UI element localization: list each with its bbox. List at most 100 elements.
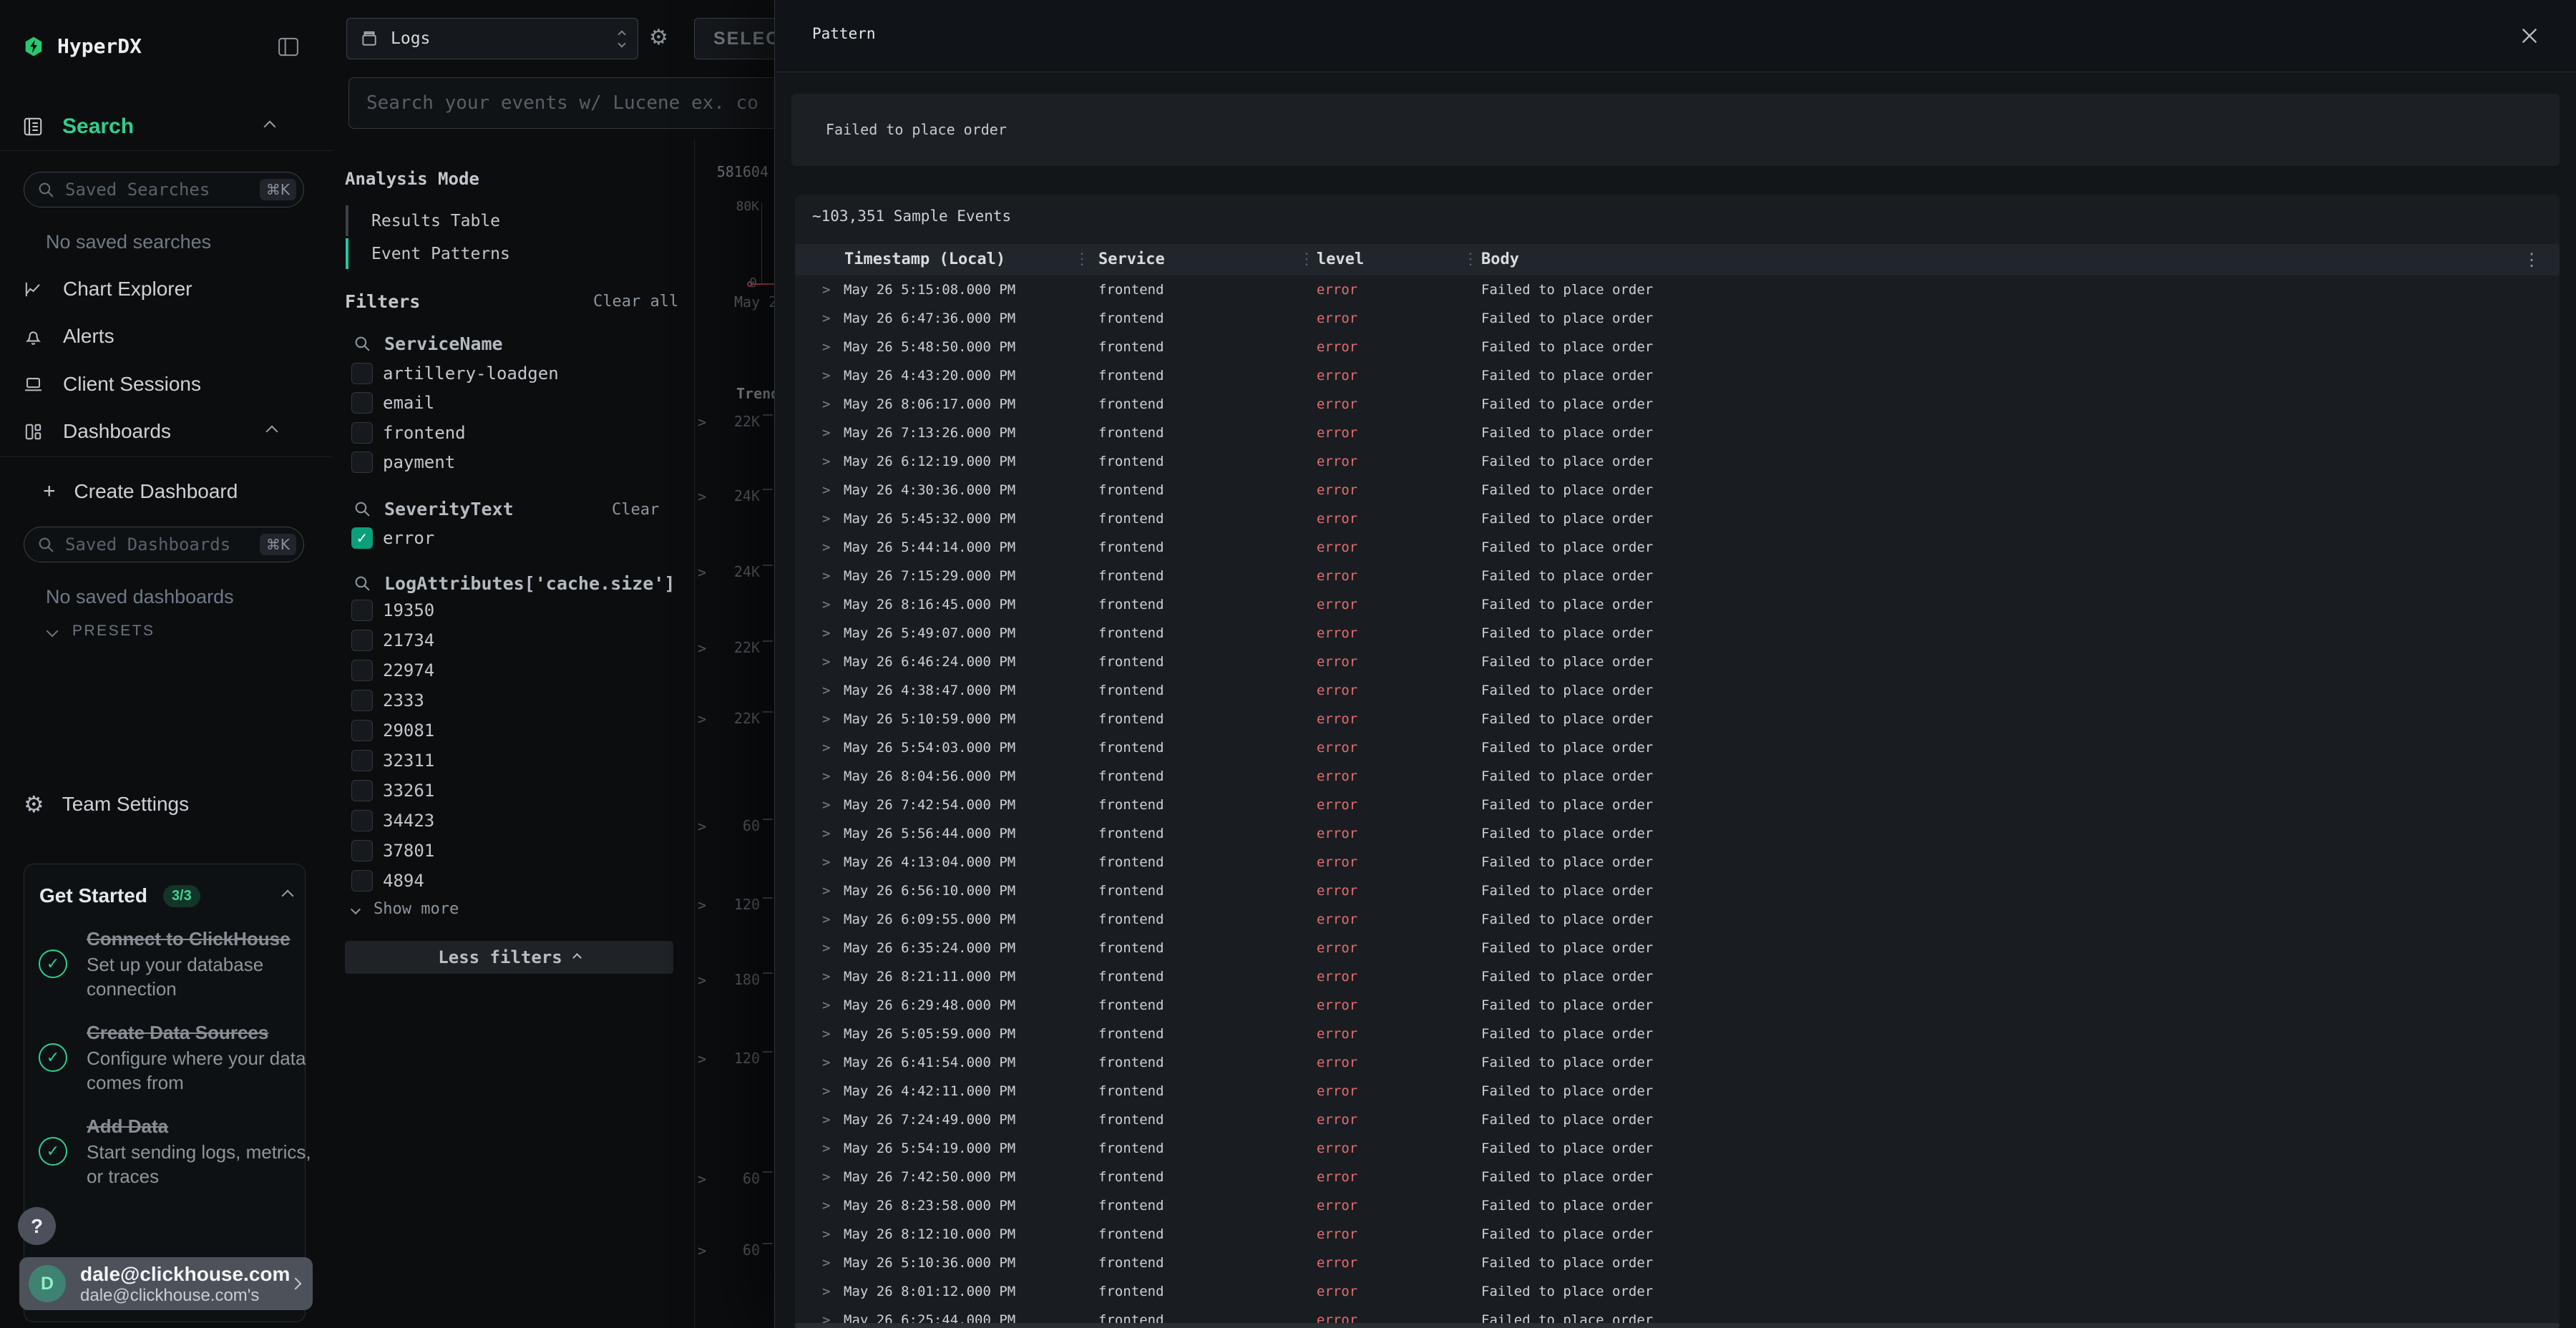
expand-chevron-icon[interactable]: >: [822, 419, 830, 447]
table-row[interactable]: > May 26 8:12:10.000 PM frontend error F…: [795, 1220, 2560, 1249]
search-icon[interactable]: [353, 335, 371, 353]
table-row[interactable]: > May 26 8:01:12.000 PM frontend error F…: [795, 1277, 2560, 1306]
filter-option[interactable]: 32311: [333, 746, 694, 776]
table-row[interactable]: > May 26 5:54:19.000 PM frontend error F…: [795, 1134, 2560, 1163]
filter-checkbox[interactable]: [351, 451, 373, 473]
table-row[interactable]: > May 26 5:10:59.000 PM frontend error F…: [795, 705, 2560, 733]
table-row[interactable]: > May 26 6:56:10.000 PM frontend error F…: [795, 877, 2560, 905]
expand-chevron-icon[interactable]: >: [822, 447, 830, 476]
table-row[interactable]: > May 26 6:47:36.000 PM frontend error F…: [795, 304, 2560, 333]
filter-checkbox[interactable]: [351, 392, 373, 414]
table-row[interactable]: > May 26 6:09:55.000 PM frontend error F…: [795, 905, 2560, 934]
trend-row[interactable]: > 180: [694, 971, 774, 987]
expand-chevron-icon[interactable]: >: [822, 1277, 830, 1306]
table-row[interactable]: > May 26 5:49:07.000 PM frontend error F…: [795, 619, 2560, 648]
sidebar-item-search[interactable]: Search: [22, 114, 308, 139]
get-started-item[interactable]: ✓ Connect to ClickHouse Set up your data…: [39, 926, 319, 1001]
saved-dashboards-field[interactable]: [65, 534, 260, 555]
table-row[interactable]: > May 26 4:43:20.000 PM frontend error F…: [795, 361, 2560, 390]
expand-chevron-icon[interactable]: >: [822, 275, 830, 304]
table-row[interactable]: > May 26 4:30:36.000 PM frontend error F…: [795, 476, 2560, 504]
expand-chevron-icon[interactable]: >: [822, 1048, 830, 1077]
expand-chevron-icon[interactable]: >: [698, 414, 706, 431]
table-row[interactable]: > May 26 5:44:14.000 PM frontend error F…: [795, 533, 2560, 562]
expand-chevron-icon[interactable]: >: [822, 1163, 830, 1191]
table-row[interactable]: > May 26 8:21:11.000 PM frontend error F…: [795, 962, 2560, 991]
filter-option[interactable]: 29081: [333, 716, 694, 746]
table-row[interactable]: > May 26 7:13:26.000 PM frontend error F…: [795, 419, 2560, 447]
expand-chevron-icon[interactable]: >: [698, 640, 706, 657]
expand-chevron-icon[interactable]: >: [822, 991, 830, 1020]
filter-option[interactable]: 34423: [333, 806, 694, 836]
expand-chevron-icon[interactable]: >: [822, 1134, 830, 1163]
column-resize-handle-icon[interactable]: ⋮: [1463, 244, 1478, 275]
filter-checkbox[interactable]: [351, 527, 373, 549]
table-row[interactable]: > May 26 6:35:24.000 PM frontend error F…: [795, 934, 2560, 962]
create-dashboard-button[interactable]: + Create Dashboard: [43, 479, 238, 504]
expand-chevron-icon[interactable]: >: [822, 905, 830, 934]
show-more-button[interactable]: Show more: [352, 900, 459, 918]
expand-chevron-icon[interactable]: >: [698, 1050, 706, 1068]
trend-row[interactable]: > 60: [694, 1241, 774, 1257]
filter-checkbox[interactable]: [351, 840, 373, 861]
analysis-mode-event-patterns[interactable]: Event Patterns: [371, 245, 510, 263]
close-button[interactable]: [2515, 21, 2544, 50]
table-row[interactable]: > May 26 6:46:24.000 PM frontend error F…: [795, 648, 2560, 676]
expand-chevron-icon[interactable]: >: [822, 1220, 830, 1249]
source-settings-gear-icon[interactable]: ⚙: [649, 27, 668, 49]
help-button[interactable]: ?: [18, 1207, 56, 1245]
clear-all-filters-button[interactable]: Clear all: [593, 293, 678, 311]
chevron-up-icon[interactable]: [264, 121, 276, 133]
expand-chevron-icon[interactable]: >: [822, 733, 830, 762]
expand-chevron-icon[interactable]: >: [822, 819, 830, 848]
expand-chevron-icon[interactable]: >: [822, 590, 830, 619]
expand-chevron-icon[interactable]: >: [822, 504, 830, 533]
collapse-sidebar-button[interactable]: [278, 37, 299, 57]
filter-option[interactable]: 2333: [333, 685, 694, 716]
table-row[interactable]: > May 26 4:13:04.000 PM frontend error F…: [795, 848, 2560, 877]
filter-checkbox[interactable]: [351, 780, 373, 801]
sidebar-item-chart-explorer[interactable]: Chart Explorer: [23, 278, 309, 301]
table-row[interactable]: > May 26 7:15:29.000 PM frontend error F…: [795, 562, 2560, 590]
sidebar-item-dashboards[interactable]: Dashboards: [23, 420, 309, 443]
expand-chevron-icon[interactable]: >: [822, 533, 830, 562]
search-icon[interactable]: [353, 575, 371, 592]
table-row[interactable]: > May 26 7:24:49.000 PM frontend error F…: [795, 1105, 2560, 1134]
source-select[interactable]: Logs: [346, 18, 638, 59]
table-row[interactable]: > May 26 5:15:08.000 PM frontend error F…: [795, 275, 2560, 304]
chevron-up-icon[interactable]: [266, 426, 278, 438]
expand-chevron-icon[interactable]: >: [698, 818, 706, 835]
expand-chevron-icon[interactable]: >: [822, 361, 830, 390]
column-resize-handle-icon[interactable]: ⋮: [1299, 244, 1314, 275]
table-row[interactable]: > May 26 5:05:59.000 PM frontend error F…: [795, 1020, 2560, 1048]
table-row[interactable]: > May 26 4:42:11.000 PM frontend error F…: [795, 1077, 2560, 1105]
expand-chevron-icon[interactable]: >: [822, 791, 830, 819]
logo[interactable]: HyperDX: [24, 34, 142, 58]
table-row[interactable]: > May 26 6:41:54.000 PM frontend error F…: [795, 1048, 2560, 1077]
expand-chevron-icon[interactable]: >: [822, 762, 830, 791]
column-header-timestamp[interactable]: Timestamp (Local): [844, 244, 1005, 275]
table-row[interactable]: > May 26 5:45:32.000 PM frontend error F…: [795, 504, 2560, 533]
filter-checkbox[interactable]: [351, 422, 373, 444]
column-resize-handle-icon[interactable]: ⋮: [1074, 244, 1090, 275]
sidebar-item-client-sessions[interactable]: Client Sessions: [23, 373, 309, 396]
saved-dashboards-input[interactable]: ⌘K: [24, 527, 304, 562]
trend-row[interactable]: > 60: [694, 1170, 774, 1186]
expand-chevron-icon[interactable]: >: [698, 711, 706, 728]
expand-chevron-icon[interactable]: >: [698, 972, 706, 989]
filter-option[interactable]: frontend: [333, 418, 694, 448]
search-icon[interactable]: [353, 500, 371, 518]
expand-chevron-icon[interactable]: >: [698, 1171, 706, 1188]
table-row[interactable]: > May 26 6:29:48.000 PM frontend error F…: [795, 991, 2560, 1020]
expand-chevron-icon[interactable]: >: [822, 648, 830, 676]
expand-chevron-icon[interactable]: >: [822, 390, 830, 419]
expand-chevron-icon[interactable]: >: [822, 1077, 830, 1105]
less-filters-button[interactable]: Less filters: [345, 941, 673, 974]
table-row[interactable]: > May 26 7:42:54.000 PM frontend error F…: [795, 791, 2560, 819]
table-row[interactable]: > May 26 5:48:50.000 PM frontend error F…: [795, 333, 2560, 361]
filter-option[interactable]: email: [333, 389, 694, 419]
chevron-up-icon[interactable]: [282, 890, 294, 902]
expand-chevron-icon[interactable]: >: [822, 1105, 830, 1134]
filter-checkbox[interactable]: [351, 870, 373, 892]
filter-option[interactable]: payment: [333, 448, 694, 478]
